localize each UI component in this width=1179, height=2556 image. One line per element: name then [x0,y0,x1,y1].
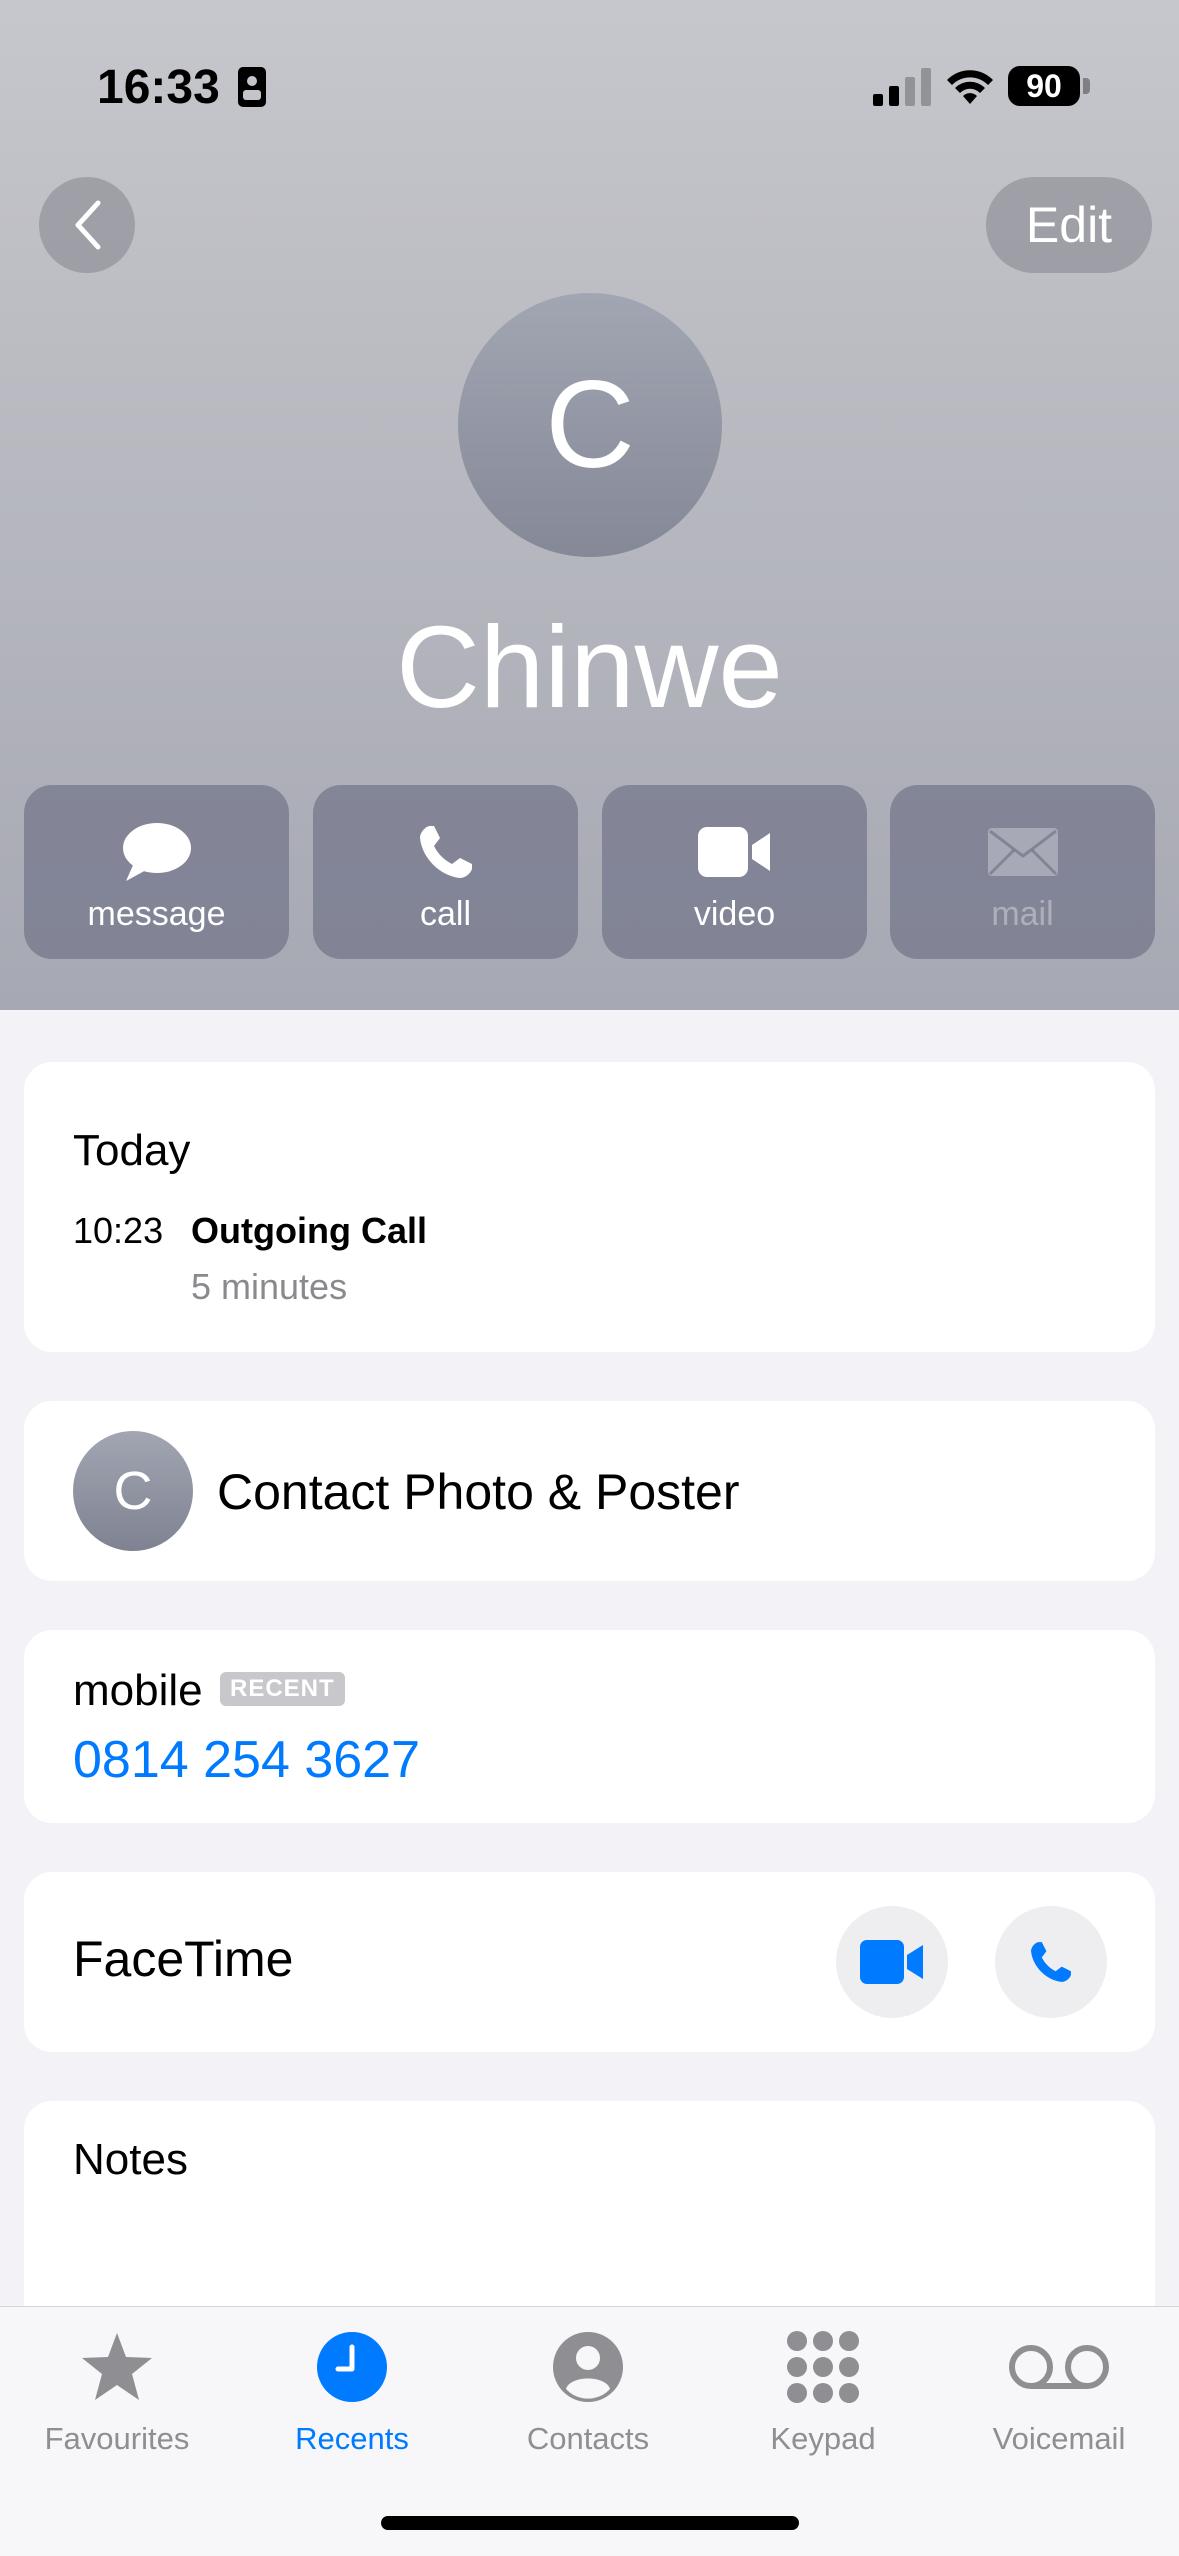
message-label: message [87,895,226,933]
facetime-video-button[interactable] [836,1906,948,2018]
contact-avatar[interactable]: C [458,293,722,557]
message-button[interactable]: message [24,785,289,959]
call-day: Today [73,1126,191,1175]
phone-number-row[interactable]: mobile RECENT 0814 254 3627 [24,1630,1155,1823]
keypad-icon [787,2331,859,2403]
poster-label: Contact Photo & Poster [217,1464,740,1520]
video-camera-icon [697,827,770,877]
recent-badge: RECENT [220,1672,345,1706]
facetime-row: FaceTime [24,1872,1155,2052]
wifi-icon [947,70,993,104]
contact-name: Chinwe [396,602,783,732]
call-time: 10:23 [73,1210,164,1251]
tab-label: Contacts [526,2421,650,2456]
battery-indicator: 90 [1008,66,1080,106]
phone-type-label: mobile [73,1666,203,1715]
facetime-audio-button[interactable] [995,1906,1107,2018]
home-indicator[interactable] [381,2516,799,2530]
call-button[interactable]: call [313,785,578,959]
battery-level: 90 [1026,67,1062,104]
tab-recents[interactable]: Recents [252,2307,452,2487]
contact-photo-poster-row[interactable]: C Contact Photo & Poster [24,1401,1155,1581]
phone-icon [1031,1942,1071,1982]
video-button[interactable]: video [602,785,867,959]
phone-number[interactable]: 0814 254 3627 [73,1730,420,1790]
recent-call-card: Today 10:23 Outgoing Call 5 minutes [24,1062,1155,1352]
facetime-label: FaceTime [73,1931,294,1987]
battery-tip [1083,78,1090,94]
tab-label: Favourites [44,2421,190,2456]
cellular-signal-icon [873,68,931,106]
call-duration: 5 minutes [191,1266,348,1307]
tab-label: Recents [295,2421,409,2456]
phone-icon [419,826,472,878]
video-label: video [693,895,776,933]
edit-button[interactable]: Edit [986,177,1152,273]
tab-favourites[interactable]: Favourites [17,2307,217,2487]
call-label: call [419,895,472,933]
back-button[interactable] [39,177,135,273]
call-type: Outgoing Call [191,1210,427,1251]
sim-card-icon [238,67,266,107]
contact-header: 16:33 90 Edit C Chinwe message call vide… [0,0,1179,1010]
video-camera-icon [860,1940,923,1984]
tab-label: Voicemail [992,2421,1126,2456]
status-time: 16:33 [97,61,220,114]
mail-label: mail [991,895,1054,933]
voicemail-icon [1009,2345,1109,2389]
person-circle-icon [553,2332,623,2402]
star-icon [82,2333,152,2400]
envelope-icon [987,828,1058,876]
clock-icon [317,2332,387,2402]
mail-button[interactable]: mail [890,785,1155,959]
chevron-left-icon [75,200,101,250]
poster-avatar: C [73,1431,193,1551]
tab-keypad[interactable]: Keypad [723,2307,923,2487]
tab-label: Keypad [770,2421,876,2456]
notes-label: Notes [73,2135,188,2184]
tab-contacts[interactable]: Contacts [488,2307,688,2487]
tab-voicemail[interactable]: Voicemail [959,2307,1159,2487]
message-bubble-icon [122,823,191,881]
